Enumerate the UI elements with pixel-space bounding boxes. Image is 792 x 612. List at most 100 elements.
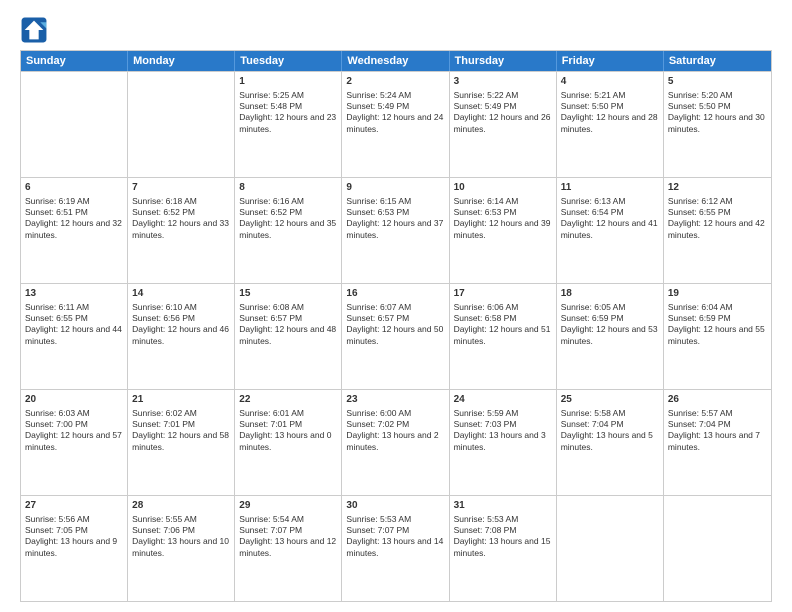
day-cell-14: 14Sunrise: 6:10 AMSunset: 6:56 PMDayligh… [128, 284, 235, 389]
sunrise-text: Sunrise: 6:07 AM [346, 302, 444, 313]
calendar-body: 1Sunrise: 5:25 AMSunset: 5:48 PMDaylight… [21, 71, 771, 601]
header [20, 16, 772, 44]
header-cell-saturday: Saturday [664, 51, 771, 71]
day-cell-16: 16Sunrise: 6:07 AMSunset: 6:57 PMDayligh… [342, 284, 449, 389]
sunrise-text: Sunrise: 6:11 AM [25, 302, 123, 313]
daylight-text: Daylight: 13 hours and 0 minutes. [239, 430, 337, 453]
day-number: 4 [561, 75, 659, 89]
daylight-text: Daylight: 13 hours and 12 minutes. [239, 536, 337, 559]
day-number: 11 [561, 181, 659, 195]
daylight-text: Daylight: 12 hours and 53 minutes. [561, 324, 659, 347]
day-cell-24: 24Sunrise: 5:59 AMSunset: 7:03 PMDayligh… [450, 390, 557, 495]
daylight-text: Daylight: 13 hours and 3 minutes. [454, 430, 552, 453]
day-number: 20 [25, 393, 123, 407]
calendar-row-4: 27Sunrise: 5:56 AMSunset: 7:05 PM Dayligh… [21, 495, 771, 601]
day-number: 1 [239, 75, 337, 89]
day-cell-8: 8Sunrise: 6:16 AMSunset: 6:52 PMDaylight… [235, 178, 342, 283]
sunset-text: Sunset: 6:58 PM [454, 313, 552, 324]
day-cell-2: 2Sunrise: 5:24 AMSunset: 5:49 PMDaylight… [342, 72, 449, 177]
day-cell-29: 29Sunrise: 5:54 AMSunset: 7:07 PMDayligh… [235, 496, 342, 601]
sunrise-text: Sunrise: 5:20 AM [668, 90, 767, 101]
sunset-text: Sunset: 7:01 PM [239, 419, 337, 430]
sunrise-text: Sunrise: 5:21 AM [561, 90, 659, 101]
sunrise-text: Sunrise: 5:56 AM [25, 514, 123, 525]
day-cell-22: 22Sunrise: 6:01 AMSunset: 7:01 PMDayligh… [235, 390, 342, 495]
sunset-text: Sunset: 5:50 PM [561, 101, 659, 112]
day-number: 12 [668, 181, 767, 195]
sunrise-text: Sunrise: 6:12 AM [668, 196, 767, 207]
day-cell-25: 25Sunrise: 5:58 AMSunset: 7:04 PMDayligh… [557, 390, 664, 495]
daylight-text: Daylight: 13 hours and 14 minutes. [346, 536, 444, 559]
daylight-text: Daylight: 13 hours and 15 minutes. [454, 536, 552, 559]
daylight-text: Daylight: 12 hours and 26 minutes. [454, 112, 552, 135]
sunrise-text: Sunrise: 5:58 AM [561, 408, 659, 419]
sunrise-text: Sunrise: 6:08 AM [239, 302, 337, 313]
day-number: 27 [25, 499, 123, 513]
logo-icon [20, 16, 48, 44]
sunrise-text: Sunrise: 6:05 AM [561, 302, 659, 313]
day-number: 9 [346, 181, 444, 195]
header-cell-thursday: Thursday [450, 51, 557, 71]
day-cell-19: 19Sunrise: 6:04 AMSunset: 6:59 PMDayligh… [664, 284, 771, 389]
sunrise-text: Sunrise: 5:57 AM [668, 408, 767, 419]
sunset-text: Sunset: 6:54 PM [561, 207, 659, 218]
day-number: 6 [25, 181, 123, 195]
daylight-text: Daylight: 12 hours and 48 minutes. [239, 324, 337, 347]
day-cell-9: 9Sunrise: 6:15 AMSunset: 6:53 PMDaylight… [342, 178, 449, 283]
logo [20, 16, 52, 44]
sunrise-text: Sunrise: 6:06 AM [454, 302, 552, 313]
day-cell-26: 26Sunrise: 5:57 AMSunset: 7:04 PMDayligh… [664, 390, 771, 495]
sunset-text: Sunset: 6:51 PM [25, 207, 123, 218]
day-number: 25 [561, 393, 659, 407]
day-number: 10 [454, 181, 552, 195]
sunrise-text: Sunrise: 6:02 AM [132, 408, 230, 419]
day-number: 21 [132, 393, 230, 407]
sunrise-text: Sunrise: 6:01 AM [239, 408, 337, 419]
sunrise-text: Sunrise: 6:13 AM [561, 196, 659, 207]
day-cell-1: 1Sunrise: 5:25 AMSunset: 5:48 PMDaylight… [235, 72, 342, 177]
sunset-text: Sunset: 7:04 PM [561, 419, 659, 430]
day-cell-13: 13Sunrise: 6:11 AMSunset: 6:55 PMDayligh… [21, 284, 128, 389]
sunrise-text: Sunrise: 5:59 AM [454, 408, 552, 419]
sunset-text: Sunset: 6:59 PM [561, 313, 659, 324]
sunset-text: Sunset: 6:55 PM [668, 207, 767, 218]
sunset-text: Sunset: 7:05 PM [25, 525, 123, 536]
header-cell-monday: Monday [128, 51, 235, 71]
sunrise-text: Sunrise: 6:16 AM [239, 196, 337, 207]
sunrise-text: Sunrise: 5:53 AM [454, 514, 552, 525]
day-cell-11: 11Sunrise: 6:13 AMSunset: 6:54 PMDayligh… [557, 178, 664, 283]
sunset-text: Sunset: 6:52 PM [239, 207, 337, 218]
day-number: 5 [668, 75, 767, 89]
sunset-text: Sunset: 6:56 PM [132, 313, 230, 324]
sunrise-text: Sunrise: 5:24 AM [346, 90, 444, 101]
day-cell-17: 17Sunrise: 6:06 AMSunset: 6:58 PMDayligh… [450, 284, 557, 389]
day-number: 2 [346, 75, 444, 89]
day-cell-27: 27Sunrise: 5:56 AMSunset: 7:05 PMDayligh… [21, 496, 128, 601]
sunrise-text: Sunrise: 5:53 AM [346, 514, 444, 525]
daylight-text: Daylight: 12 hours and 23 minutes. [239, 112, 337, 135]
daylight-text: Daylight: 12 hours and 50 minutes. [346, 324, 444, 347]
day-number: 22 [239, 393, 337, 407]
sunset-text: Sunset: 5:49 PM [346, 101, 444, 112]
daylight-text: Daylight: 12 hours and 30 minutes. [668, 112, 767, 135]
daylight-text: Daylight: 12 hours and 44 minutes. [25, 324, 123, 347]
day-number: 3 [454, 75, 552, 89]
sunrise-text: Sunrise: 6:19 AM [25, 196, 123, 207]
sunset-text: Sunset: 6:57 PM [346, 313, 444, 324]
day-number: 30 [346, 499, 444, 513]
day-cell-5: 5Sunrise: 5:20 AMSunset: 5:50 PMDaylight… [664, 72, 771, 177]
day-cell-30: 30Sunrise: 5:53 AMSunset: 7:07 PMDayligh… [342, 496, 449, 601]
daylight-text: Daylight: 12 hours and 35 minutes. [239, 218, 337, 241]
calendar-header: SundayMondayTuesdayWednesdayThursdayFrid… [21, 51, 771, 71]
day-number: 16 [346, 287, 444, 301]
day-number: 18 [561, 287, 659, 301]
day-cell-23: 23Sunrise: 6:00 AMSunset: 7:02 PMDayligh… [342, 390, 449, 495]
day-cell-6: 6Sunrise: 6:19 AMSunset: 6:51 PMDaylight… [21, 178, 128, 283]
calendar: SundayMondayTuesdayWednesdayThursdayFrid… [20, 50, 772, 602]
calendar-row-1: 6Sunrise: 6:19 AMSunset: 6:51 PM Daylight… [21, 177, 771, 283]
sunrise-text: Sunrise: 5:22 AM [454, 90, 552, 101]
day-cell-18: 18Sunrise: 6:05 AMSunset: 6:59 PMDayligh… [557, 284, 664, 389]
daylight-text: Daylight: 13 hours and 7 minutes. [668, 430, 767, 453]
day-cell-4: 4Sunrise: 5:21 AMSunset: 5:50 PMDaylight… [557, 72, 664, 177]
daylight-text: Daylight: 12 hours and 46 minutes. [132, 324, 230, 347]
